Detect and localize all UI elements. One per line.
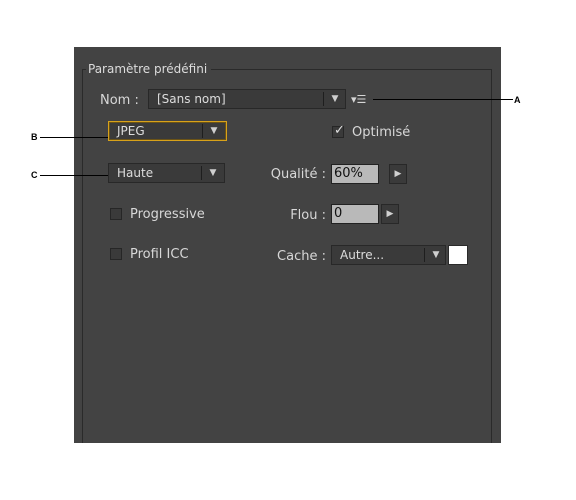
checkmark-icon: ✓ [334,123,345,138]
optimized-label: Optimisé [352,125,411,140]
blur-slider-button[interactable]: ▶ [381,204,399,224]
options-menu-icon[interactable]: ▾☰ [351,94,366,106]
chevron-down-icon: ▼ [210,126,218,136]
matte-color-swatch[interactable] [448,245,468,265]
icc-profile-checkbox[interactable] [110,248,122,260]
callout-a-leader [373,99,513,100]
icc-profile-label: Profil ICC [130,247,189,262]
blur-label: Flou : [290,208,326,223]
progressive-checkbox[interactable] [110,208,122,220]
matte-value: Autre... [340,248,385,262]
file-format-value: JPEG [117,124,145,138]
quality-preset-value: Haute [117,166,154,180]
name-label: Nom : [100,93,139,108]
quality-slider-button[interactable]: ▶ [389,164,407,184]
chevron-right-icon: ▶ [394,169,402,179]
preset-name-value: [Sans nom] [157,92,226,106]
preset-name-dropdown[interactable]: [Sans nom] ▼ [148,89,346,109]
matte-label: Cache : [277,249,326,264]
preset-group-title: Paramètre prédéfini [86,61,212,77]
chevron-down-icon: ▼ [209,168,217,178]
progressive-label: Progressive [130,207,205,222]
dropdown-separator [323,92,324,106]
quality-preset-dropdown[interactable]: Haute ▼ [108,163,225,183]
chevron-down-icon: ▼ [432,250,440,260]
quality-label: Qualité : [270,167,326,182]
callout-c-label: C [31,170,38,180]
blur-input[interactable]: 0 [331,204,379,224]
chevron-right-icon: ▶ [386,209,394,219]
file-format-dropdown[interactable]: JPEG ▼ [108,121,227,141]
callout-b-label: B [31,132,38,142]
dropdown-separator [201,166,202,180]
callout-a-label: A [514,95,521,105]
dropdown-separator [424,248,425,262]
callout-b-leader [40,137,108,138]
dropdown-separator [202,124,203,138]
callout-c-leader [40,175,108,176]
matte-dropdown[interactable]: Autre... ▼ [331,245,446,265]
optimized-checkbox[interactable]: ✓ [332,123,345,138]
quality-input[interactable]: 60% [331,164,379,184]
chevron-down-icon: ▼ [331,94,339,104]
